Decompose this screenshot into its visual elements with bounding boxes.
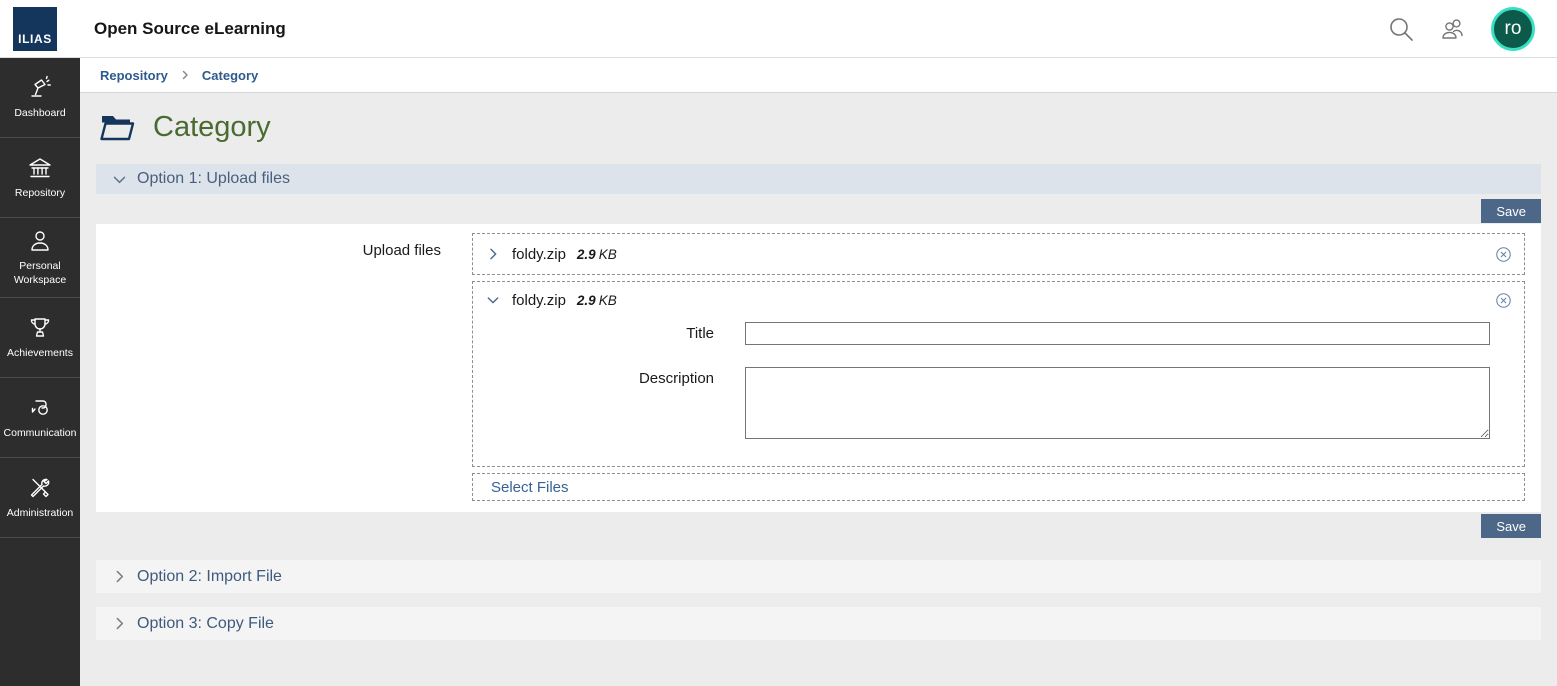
sidebar-item-label: Repository xyxy=(13,187,67,200)
file-description-row: Description xyxy=(473,367,1524,444)
crossed-tools-icon xyxy=(27,475,53,501)
app-title: Open Source eLearning xyxy=(94,19,286,39)
sidebar-item-repository[interactable]: Repository xyxy=(0,138,80,218)
main-content: Category Option 1: Upload files Save Upl… xyxy=(80,93,1557,686)
chevron-right-icon xyxy=(111,615,128,632)
save-row-top: Save xyxy=(96,199,1541,223)
sidebar-item-label: Communication xyxy=(2,427,79,440)
title-label: Title xyxy=(473,322,745,345)
avatar[interactable]: ro xyxy=(1491,7,1535,51)
description-textarea[interactable] xyxy=(745,367,1490,439)
building-icon xyxy=(27,155,53,181)
upload-files-row: Upload files foldy.zip 2.9KB xyxy=(96,233,1541,501)
accordion-option2-header[interactable]: Option 2: Import File xyxy=(96,560,1541,593)
person-icon xyxy=(27,228,53,254)
chevron-right-icon xyxy=(111,568,128,585)
save-button[interactable]: Save xyxy=(1481,199,1541,223)
accordion-option3-label: Option 3: Copy File xyxy=(137,615,274,633)
breadcrumb: Repository Category xyxy=(80,58,1557,93)
lamp-icon xyxy=(27,75,53,101)
remove-file-icon[interactable] xyxy=(1495,246,1512,263)
chevron-right-icon[interactable] xyxy=(485,246,501,262)
breadcrumb-category[interactable]: Category xyxy=(202,68,258,83)
sidebar-item-administration[interactable]: Administration xyxy=(0,458,80,538)
accordion-option2-label: Option 2: Import File xyxy=(137,568,282,586)
save-button[interactable]: Save xyxy=(1481,514,1541,538)
file-entry-collapsed: foldy.zip 2.9KB xyxy=(472,233,1525,275)
sidebar-item-label: Administration xyxy=(5,507,76,520)
sidebar-item-dashboard[interactable]: Dashboard xyxy=(0,58,80,138)
accordion-option1-header[interactable]: Option 1: Upload files xyxy=(96,164,1541,194)
description-label: Description xyxy=(473,367,745,444)
save-row-bottom: Save xyxy=(96,514,1541,538)
file-name: foldy.zip xyxy=(512,292,566,309)
select-files-dropzone[interactable]: Select Files xyxy=(472,473,1525,501)
ilias-logo-text: ILIAS xyxy=(18,32,52,46)
breadcrumb-chevron-icon xyxy=(179,69,191,81)
breadcrumb-repository[interactable]: Repository xyxy=(100,68,168,83)
chevron-down-icon xyxy=(111,171,128,188)
file-dropzone: foldy.zip 2.9KB xyxy=(472,233,1525,501)
file-entry-header[interactable]: foldy.zip 2.9KB xyxy=(473,234,1524,274)
upload-files-label: Upload files xyxy=(96,233,472,501)
page-title: Category xyxy=(153,111,271,144)
ilias-logo[interactable]: ILIAS xyxy=(13,7,57,51)
sidebar-item-label: Personal Workspace xyxy=(0,260,80,286)
file-entry-expanded: foldy.zip 2.9KB Title xyxy=(472,281,1525,467)
open-folder-icon xyxy=(100,113,136,142)
speech-bubbles-icon xyxy=(27,395,53,421)
sidebar-item-achievements[interactable]: Achievements xyxy=(0,298,80,378)
chevron-down-icon[interactable] xyxy=(485,292,501,308)
select-files-link[interactable]: Select Files xyxy=(491,479,569,496)
sidebar-item-communication[interactable]: Communication xyxy=(0,378,80,458)
trophy-icon xyxy=(27,315,53,341)
avatar-initials: ro xyxy=(1505,18,1522,40)
who-is-online-icon[interactable] xyxy=(1439,15,1467,43)
accordion-option1-label: Option 1: Upload files xyxy=(137,170,290,188)
file-size: 2.9KB xyxy=(577,247,617,262)
search-icon[interactable] xyxy=(1387,15,1415,43)
top-bar: ILIAS Open Source eLearning ro xyxy=(0,0,1557,58)
accordion-option3-header[interactable]: Option 3: Copy File xyxy=(96,607,1541,640)
sidebar-item-personal-workspace[interactable]: Personal Workspace xyxy=(0,218,80,298)
page-header: Category xyxy=(100,111,1541,144)
sidebar-item-label: Achievements xyxy=(5,347,75,360)
file-size: 2.9KB xyxy=(577,293,617,308)
title-input[interactable] xyxy=(745,322,1490,345)
file-title-row: Title xyxy=(473,322,1524,345)
topbar-actions: ro xyxy=(1387,7,1557,51)
sidebar-item-label: Dashboard xyxy=(12,107,67,120)
upload-form-panel: Upload files foldy.zip 2.9KB xyxy=(96,224,1541,512)
file-name: foldy.zip xyxy=(512,246,566,263)
remove-file-icon[interactable] xyxy=(1495,292,1512,309)
file-entry-header[interactable]: foldy.zip 2.9KB xyxy=(473,282,1524,318)
main-sidebar: Dashboard Repository Personal Workspace xyxy=(0,58,80,686)
